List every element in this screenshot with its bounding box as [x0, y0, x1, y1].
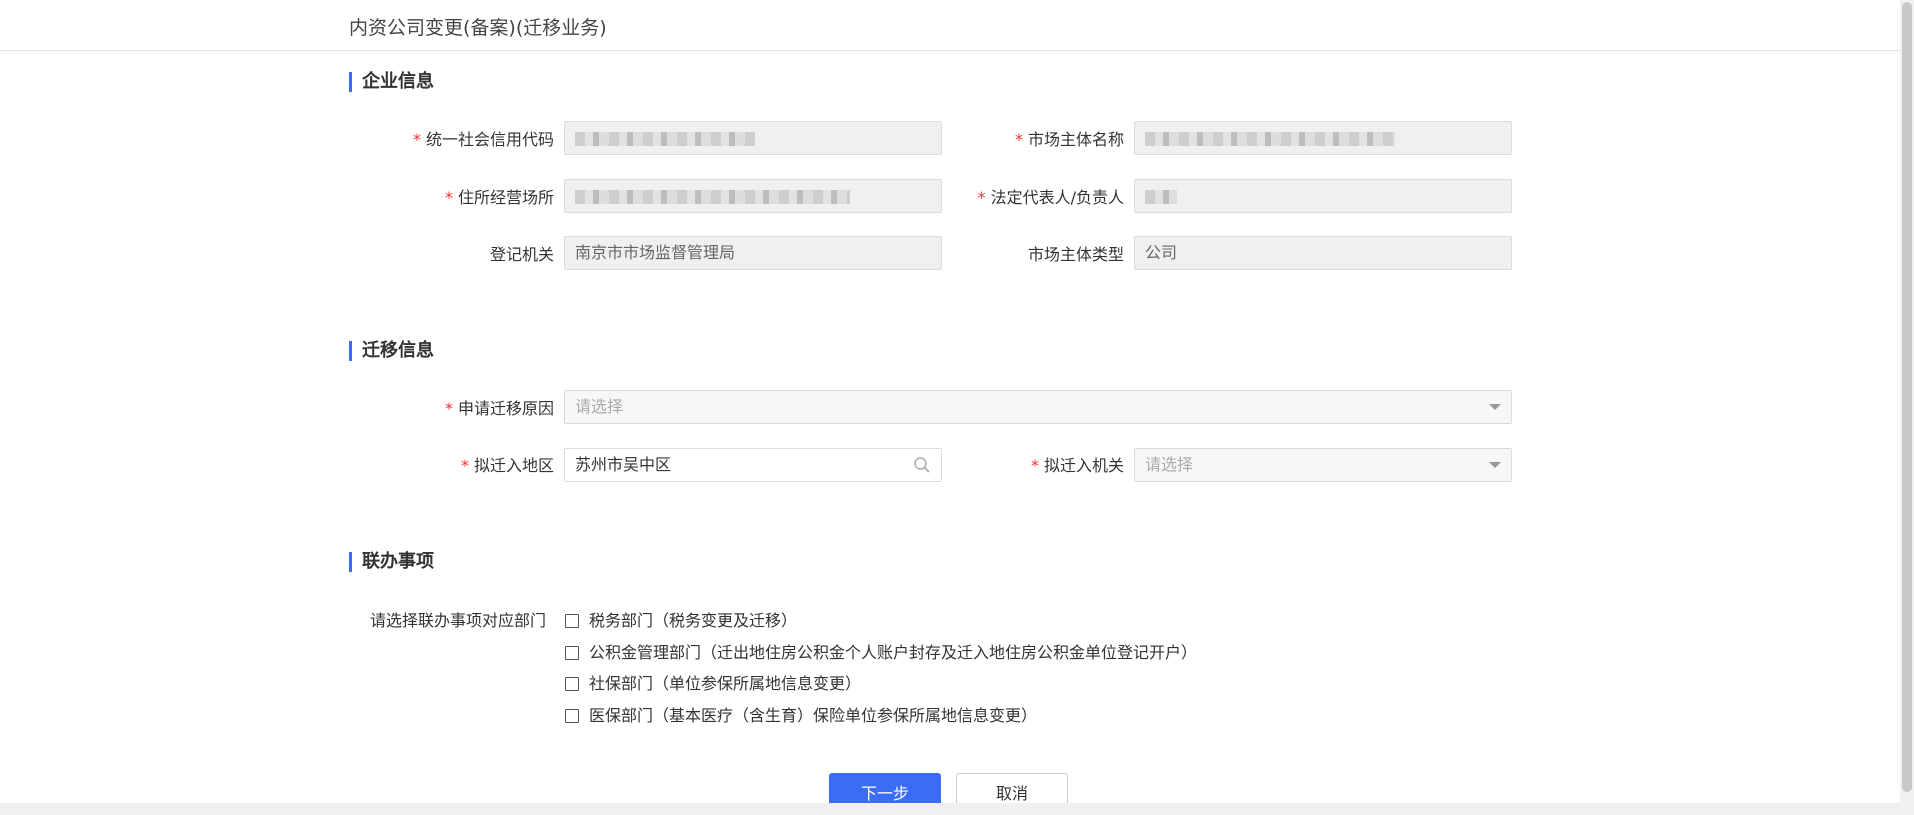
authority-select[interactable]: 请选择	[1134, 448, 1512, 482]
authority-label: * 拟迁入机关	[1030, 456, 1124, 475]
required-mark: *	[460, 456, 469, 475]
legal-rep-field	[1134, 179, 1512, 213]
joint-option-tax[interactable]: 税务部门（税务变更及迁移）	[565, 610, 797, 632]
reason-placeholder: 请选择	[575, 397, 624, 416]
entity-name-label: * 市场主体名称	[1014, 130, 1124, 149]
search-icon[interactable]	[913, 456, 931, 474]
checkbox[interactable]	[565, 709, 579, 723]
section-title-enterprise: 企业信息	[349, 72, 434, 92]
required-mark: *	[444, 188, 453, 207]
scrollbar-thumb[interactable]	[1902, 2, 1912, 792]
bottom-band	[0, 803, 1900, 815]
region-label: * 拟迁入地区	[460, 456, 554, 475]
redacted-value	[1145, 189, 1177, 204]
region-value: 苏州市吴中区	[575, 455, 672, 474]
legal-rep-label: * 法定代表人/负责人	[977, 188, 1124, 207]
address-label: * 住所经营场所	[444, 188, 554, 207]
joint-option-housing-fund[interactable]: 公积金管理部门（迁出地住房公积金个人账户封存及迁入地住房公积金单位登记开户）	[565, 642, 1197, 664]
required-mark: *	[1030, 456, 1039, 475]
required-mark: *	[1014, 130, 1023, 149]
reason-label: * 申请迁移原因	[444, 399, 554, 418]
section-title-joint: 联办事项	[349, 552, 434, 572]
reason-select[interactable]: 请选择	[564, 390, 1512, 424]
checkbox[interactable]	[565, 677, 579, 691]
entity-type-label: 市场主体类型	[1027, 245, 1124, 264]
region-input[interactable]: 苏州市吴中区	[564, 448, 942, 482]
dept-select-label: 请选择联办事项对应部门	[370, 611, 547, 630]
required-mark: *	[977, 188, 986, 207]
chevron-down-icon	[1489, 404, 1501, 410]
redacted-value	[575, 189, 850, 204]
required-mark: *	[444, 399, 453, 418]
redacted-value	[1145, 131, 1395, 146]
page-title: 内资公司变更(备案)(迁移业务)	[349, 17, 607, 39]
checkbox[interactable]	[565, 646, 579, 660]
address-field	[564, 179, 942, 213]
redacted-value	[575, 131, 755, 146]
required-mark: *	[412, 130, 421, 149]
entity-type-field: 公司	[1134, 236, 1512, 270]
scrollbar[interactable]	[1900, 0, 1914, 815]
credit-code-label: * 统一社会信用代码	[412, 130, 554, 149]
joint-option-medical-insurance[interactable]: 医保部门（基本医疗（含生育）保险单位参保所属地信息变更）	[565, 705, 1037, 727]
chevron-down-icon	[1489, 462, 1501, 468]
section-title-migration: 迁移信息	[349, 341, 434, 361]
reg-authority-field: 南京市市场监督管理局	[564, 236, 942, 270]
credit-code-field	[564, 121, 942, 155]
entity-name-field	[1134, 121, 1512, 155]
page-header: 内资公司变更(备案)(迁移业务)	[0, 0, 1900, 51]
authority-placeholder: 请选择	[1145, 455, 1194, 474]
joint-option-social-security[interactable]: 社保部门（单位参保所属地信息变更）	[565, 673, 861, 695]
reg-authority-label: 登记机关	[489, 245, 554, 264]
checkbox[interactable]	[565, 614, 579, 628]
